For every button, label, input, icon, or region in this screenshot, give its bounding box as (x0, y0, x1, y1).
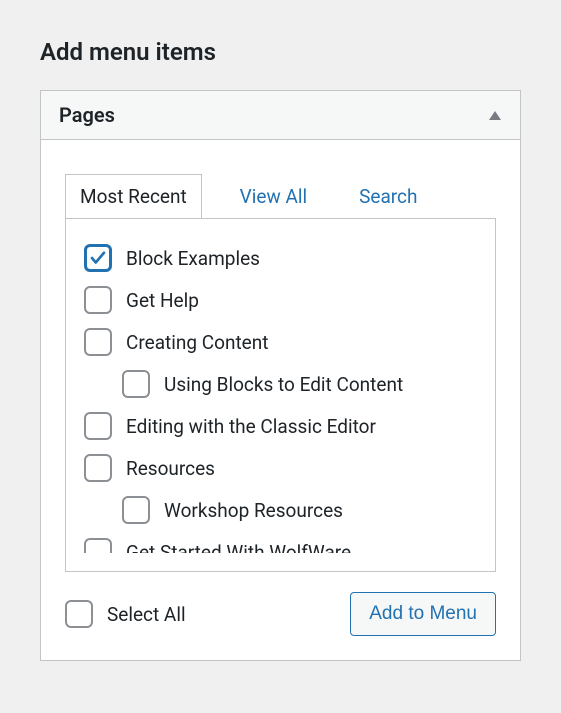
tab-most-recent[interactable]: Most Recent (65, 174, 202, 219)
list-item: Block Examples (84, 237, 483, 279)
item-checkbox[interactable] (84, 454, 112, 482)
list-item: Using Blocks to Edit Content (84, 363, 483, 405)
item-label: Get Started With WolfWare (126, 541, 351, 554)
item-label: Creating Content (126, 331, 268, 354)
item-label: Resources (126, 457, 215, 480)
collapse-icon (488, 109, 502, 121)
item-checkbox[interactable] (84, 412, 112, 440)
list-item: Workshop Resources (84, 489, 483, 531)
list-item: Creating Content (84, 321, 483, 363)
item-checkbox[interactable] (84, 244, 112, 272)
item-checkbox[interactable] (84, 538, 112, 553)
panel-body: Most Recent View All Search Block Exampl… (41, 140, 520, 660)
item-label: Get Help (126, 289, 199, 312)
item-checkbox[interactable] (122, 496, 150, 524)
tab-search[interactable]: Search (345, 175, 431, 218)
tabs: Most Recent View All Search (65, 174, 496, 218)
list-item: Get Help (84, 279, 483, 321)
panel-header[interactable]: Pages (41, 91, 520, 140)
item-checkbox[interactable] (84, 328, 112, 356)
item-checkbox[interactable] (84, 286, 112, 314)
list-item: Get Started With WolfWare (84, 531, 483, 553)
item-label: Block Examples (126, 247, 260, 270)
add-to-menu-button[interactable]: Add to Menu (350, 592, 496, 636)
item-list: Block Examples Get Help Creating Content Us… (84, 237, 495, 553)
item-label: Editing with the Classic Editor (126, 415, 376, 438)
select-all-label: Select All (107, 603, 186, 626)
panel-footer: Select All Add to Menu (65, 572, 496, 636)
list-item: Editing with the Classic Editor (84, 405, 483, 447)
pages-panel: Pages Most Recent View All Search Block … (40, 90, 521, 661)
select-all[interactable]: Select All (65, 600, 186, 628)
item-label: Using Blocks to Edit Content (164, 373, 403, 396)
item-checkbox[interactable] (122, 370, 150, 398)
page-title: Add menu items (0, 0, 561, 90)
tab-content: Block Examples Get Help Creating Content Us… (65, 218, 496, 572)
select-all-checkbox[interactable] (65, 600, 93, 628)
tab-view-all[interactable]: View All (226, 175, 321, 218)
panel-title: Pages (59, 103, 115, 127)
item-label: Workshop Resources (164, 499, 343, 522)
list-item: Resources (84, 447, 483, 489)
